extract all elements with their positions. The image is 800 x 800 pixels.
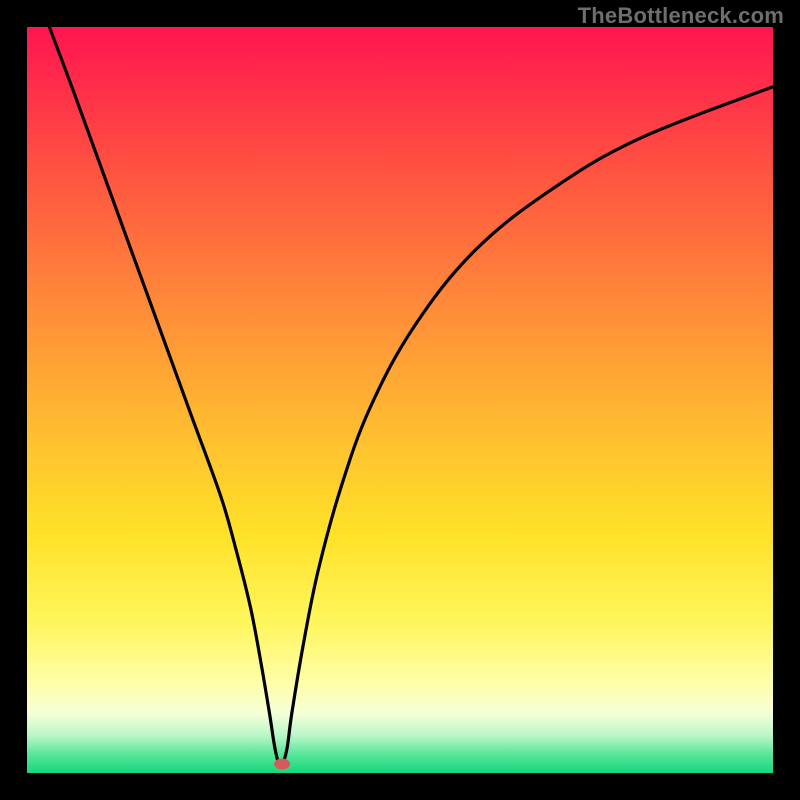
curve-path bbox=[49, 27, 773, 766]
attribution-text: TheBottleneck.com bbox=[578, 3, 784, 29]
chart-frame: TheBottleneck.com bbox=[0, 0, 800, 800]
bottleneck-curve bbox=[27, 27, 773, 773]
optimum-marker bbox=[274, 759, 290, 770]
